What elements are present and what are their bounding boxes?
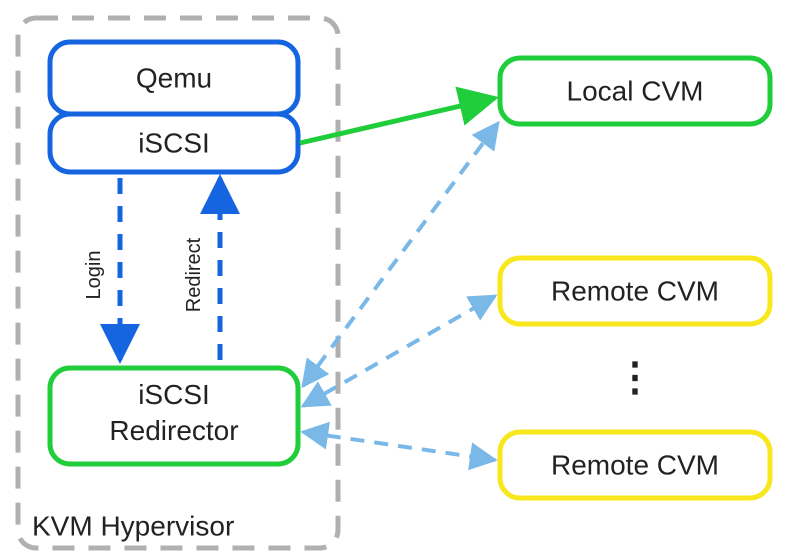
remote-cvm-1-label: Remote CVM [551, 275, 719, 306]
login-arrow: Login [83, 178, 120, 360]
kvm-hypervisor-label: KVM Hypervisor [32, 510, 234, 541]
redirector-to-local-cvm-arrow [303, 123, 498, 386]
redirector-to-remote-cvm-1-arrow [303, 296, 495, 406]
qemu-label: Qemu [136, 62, 212, 93]
redirect-arrow: Redirect [183, 178, 220, 360]
iscsi-redirector-label-line1: iSCSI [138, 379, 210, 410]
redirect-label: Redirect [183, 237, 205, 312]
remote-cvm-1-box: Remote CVM [500, 258, 770, 324]
iscsi-redirector-box: iSCSI Redirector [50, 368, 298, 464]
iscsi-redirector-label-line2: Redirector [109, 415, 238, 446]
local-cvm-label: Local CVM [567, 75, 704, 106]
redirector-to-remote-cvm-2-arrow [303, 432, 495, 460]
iscsi-to-local-cvm-arrow [300, 98, 495, 143]
qemu-group: Qemu iSCSI [50, 42, 298, 172]
remote-cvm-2-box: Remote CVM [500, 432, 770, 498]
login-label: Login [83, 251, 105, 300]
diagram-canvas: KVM Hypervisor Qemu iSCSI iSCSI Redirect… [0, 0, 796, 560]
remote-cvm-2-label: Remote CVM [551, 449, 719, 480]
ellipsis-icon: ⋮ [615, 356, 655, 400]
local-cvm-box: Local CVM [500, 58, 770, 124]
iscsi-label: iSCSI [138, 127, 210, 158]
